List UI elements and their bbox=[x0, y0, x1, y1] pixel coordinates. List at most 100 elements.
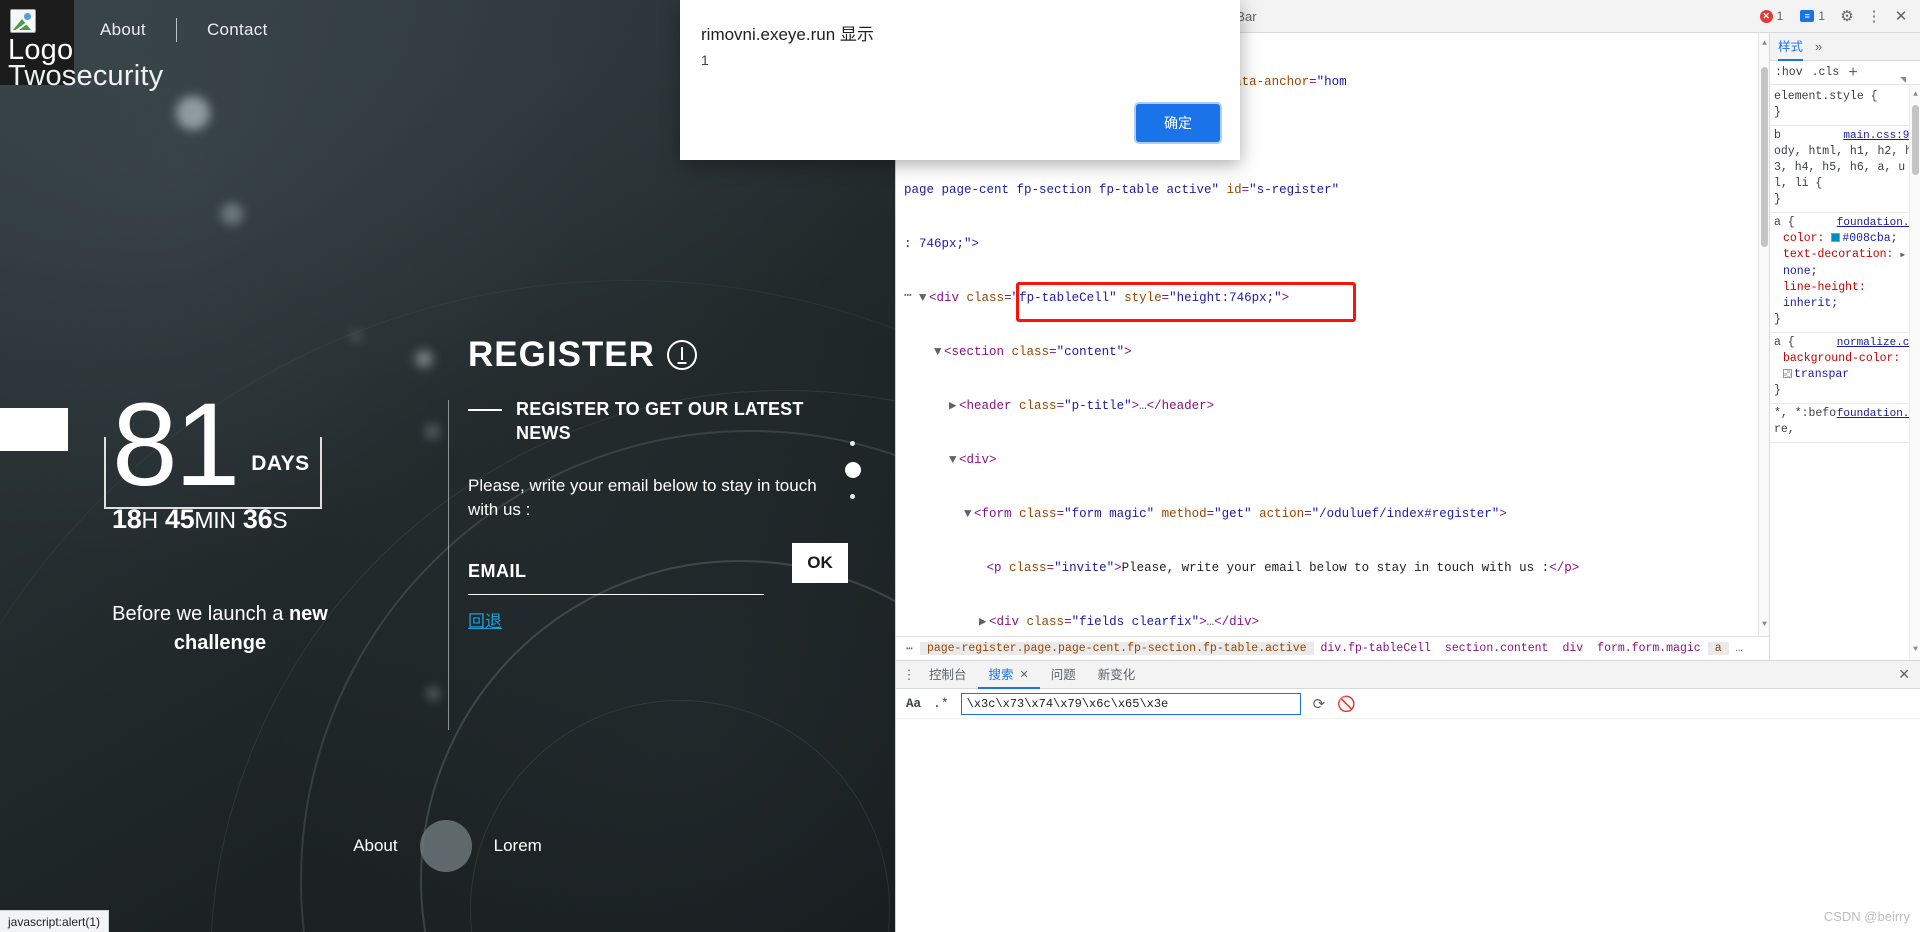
section-dot[interactable] bbox=[850, 441, 855, 446]
style-value: none; bbox=[1783, 265, 1818, 278]
style-selector: ody, html, h1, h2, h3, h4, h5, h6, a, ul… bbox=[1774, 145, 1913, 190]
watermark: CSDN @beirry bbox=[1823, 909, 1910, 924]
breadcrumb-item-6[interactable]: … bbox=[1729, 642, 1750, 655]
drawer-close-icon[interactable]: ✕ bbox=[1898, 666, 1920, 683]
style-declaration[interactable]: text-decoration: ▶ none; bbox=[1774, 247, 1916, 280]
search-input[interactable] bbox=[960, 692, 1301, 715]
drawer-tab-console[interactable]: 控制台 bbox=[918, 661, 978, 689]
message-icon: ≡ bbox=[1800, 10, 1815, 22]
scroll-down-arrow[interactable]: ▼ bbox=[1760, 616, 1769, 634]
back-link[interactable]: 回退 bbox=[468, 607, 502, 632]
new-style-rule-icon[interactable]: + bbox=[1848, 64, 1858, 82]
footer-label-lorem[interactable]: Lorem bbox=[494, 836, 542, 856]
section-dots-nav[interactable] bbox=[845, 425, 861, 515]
style-source-link[interactable]: foundation.… bbox=[1837, 406, 1916, 422]
style-source-link[interactable]: normalize.c… bbox=[1837, 335, 1916, 351]
refresh-icon[interactable]: ⟳ bbox=[1313, 695, 1326, 713]
register-invite-text: Please, write your email below to stay i… bbox=[468, 475, 817, 520]
styles-scrollbar[interactable]: ▲ ▼ bbox=[1909, 85, 1920, 660]
style-declaration[interactable]: line-height: inherit; bbox=[1774, 280, 1916, 312]
dom-line[interactable]: ▶ <header class="p-title">…</header> bbox=[896, 397, 1769, 415]
countdown-timer: 81 DAYS 18H 45MIN 36S bbox=[104, 386, 322, 535]
dom-line[interactable]: ▶ <div class="fields clearfix">…</div> bbox=[896, 613, 1769, 631]
drawer-kebab-menu-icon[interactable]: ⋮ bbox=[900, 668, 918, 681]
breadcrumb-item-1[interactable]: div.fp-tableCell bbox=[1314, 642, 1438, 655]
dom-line-ellipsis-badge[interactable]: ⋯ bbox=[904, 287, 913, 305]
style-declaration[interactable]: color: #008cba; bbox=[1774, 231, 1916, 247]
style-rule[interactable]: foundation.… *, *:before, bbox=[1770, 404, 1920, 443]
light-orb bbox=[425, 424, 440, 439]
match-case-icon[interactable]: Aa bbox=[906, 697, 921, 711]
styles-rules-list[interactable]: element.style { } main.css:94 b ody, htm… bbox=[1770, 85, 1920, 660]
style-source-link[interactable]: foundation.… bbox=[1837, 215, 1916, 231]
page-footer: About Lorem bbox=[0, 820, 895, 872]
countdown-seconds-value: 36 bbox=[242, 504, 273, 535]
color-swatch[interactable] bbox=[1783, 369, 1792, 378]
dom-line[interactable]: ▼ <div> bbox=[896, 451, 1769, 469]
close-search-tab-icon[interactable]: ✕ bbox=[1020, 661, 1029, 689]
tab-styles[interactable]: 样式 bbox=[1778, 33, 1803, 61]
subtitle-dash bbox=[468, 409, 502, 411]
message-count-badge[interactable]: ≡ 1 bbox=[1795, 8, 1830, 24]
styles-scroll-thumb[interactable] bbox=[1912, 105, 1919, 175]
style-rule[interactable]: element.style { } bbox=[1770, 87, 1920, 126]
styles-scroll-down-arrow[interactable]: ▼ bbox=[1911, 642, 1920, 658]
styles-scroll-up-arrow[interactable]: ▲ bbox=[1911, 87, 1920, 103]
cls-toggle[interactable]: .cls bbox=[1812, 66, 1840, 79]
dom-scroll-thumb[interactable] bbox=[1761, 67, 1768, 247]
styles-more-tabs-icon[interactable]: » bbox=[1815, 39, 1822, 54]
style-rule-close: } bbox=[1774, 106, 1781, 119]
style-rule[interactable]: normalize.c… a { background-color: trans… bbox=[1770, 333, 1920, 404]
countdown-days-row: 81 DAYS bbox=[112, 386, 310, 505]
dom-line[interactable]: : 746px;"> bbox=[896, 235, 1769, 253]
style-rule[interactable]: main.css:94 b ody, html, h1, h2, h3, h4,… bbox=[1770, 126, 1920, 213]
style-rule[interactable]: foundation.… a { color: #008cba; text-de… bbox=[1770, 213, 1920, 333]
register-subtitle: REGISTER TO GET OUR LATEST NEWS bbox=[516, 399, 804, 444]
nav-link-about[interactable]: About bbox=[70, 20, 176, 40]
light-orb bbox=[221, 203, 243, 225]
section-dot-active[interactable] bbox=[845, 462, 861, 478]
clear-icon[interactable]: 🚫 bbox=[1337, 695, 1356, 713]
ok-submit-button[interactable]: OK bbox=[792, 542, 848, 583]
error-count-badge[interactable]: ✕ 1 bbox=[1755, 8, 1789, 24]
message-count: 1 bbox=[1818, 9, 1825, 23]
alert-ok-button[interactable]: 确定 bbox=[1136, 104, 1220, 142]
drawer-tab-search[interactable]: 搜索 ✕ bbox=[978, 661, 1040, 689]
color-swatch[interactable] bbox=[1831, 233, 1841, 242]
dom-line[interactable]: <p class="invite">Please, write your ema… bbox=[896, 559, 1769, 577]
dom-line[interactable]: ▼ <form class="form magic" method="get" a… bbox=[896, 505, 1769, 523]
dom-line[interactable]: ▼ <section class="content"> bbox=[896, 343, 1769, 361]
use-regex-icon[interactable]: .* bbox=[933, 696, 949, 711]
countdown-hours-unit: H bbox=[141, 507, 158, 534]
drawer-tab-changes[interactable]: 新变化 bbox=[1087, 661, 1147, 689]
scroll-up-arrow[interactable]: ▲ bbox=[1760, 35, 1769, 53]
breadcrumb-overflow-icon[interactable]: ⋯ bbox=[900, 641, 920, 656]
section-dot[interactable] bbox=[850, 494, 855, 499]
expand-triangle-icon[interactable]: ▶ bbox=[1900, 251, 1905, 260]
email-label: EMAIL bbox=[468, 560, 527, 581]
email-input[interactable] bbox=[468, 593, 764, 595]
drawer-tab-issues[interactable]: 问题 bbox=[1040, 661, 1087, 689]
error-icon: ✕ bbox=[1759, 9, 1773, 23]
style-property: background-color: bbox=[1783, 352, 1901, 365]
close-icon[interactable]: ✕ bbox=[1891, 6, 1911, 26]
breadcrumb-item-2[interactable]: section.content bbox=[1438, 642, 1556, 655]
breadcrumb-item-5[interactable]: a bbox=[1707, 642, 1729, 655]
filter-caret-icon[interactable] bbox=[1900, 77, 1906, 83]
style-declaration[interactable]: background-color: transpar bbox=[1774, 351, 1916, 383]
footer-circle-icon[interactable] bbox=[419, 820, 472, 872]
dom-tree-scrollbar[interactable]: ▲ ▼ bbox=[1758, 33, 1769, 636]
search-toolbar: Aa .* ⟳ 🚫 bbox=[896, 689, 1920, 719]
broken-image-slash bbox=[11, 11, 35, 32]
gear-icon[interactable]: ⚙ bbox=[1837, 6, 1857, 26]
style-source-link[interactable]: main.css:94 bbox=[1843, 128, 1916, 144]
dom-line[interactable]: page page-cent fp-section fp-table activ… bbox=[896, 181, 1769, 199]
kebab-menu-icon[interactable]: ⋮ bbox=[1864, 6, 1884, 26]
dom-line[interactable]: ▼ <div class="fp-tableCell" style="height… bbox=[896, 289, 1769, 307]
breadcrumb-item-0[interactable]: page-register.page.page-cent.fp-section.… bbox=[919, 642, 1314, 655]
footer-label-about[interactable]: About bbox=[353, 836, 397, 856]
breadcrumb-item-4[interactable]: form.form.magic bbox=[1590, 642, 1708, 655]
breadcrumb-item-3[interactable]: div bbox=[1555, 642, 1590, 655]
nav-link-contact[interactable]: Contact bbox=[177, 20, 298, 40]
hov-toggle[interactable]: :hov bbox=[1775, 66, 1803, 79]
